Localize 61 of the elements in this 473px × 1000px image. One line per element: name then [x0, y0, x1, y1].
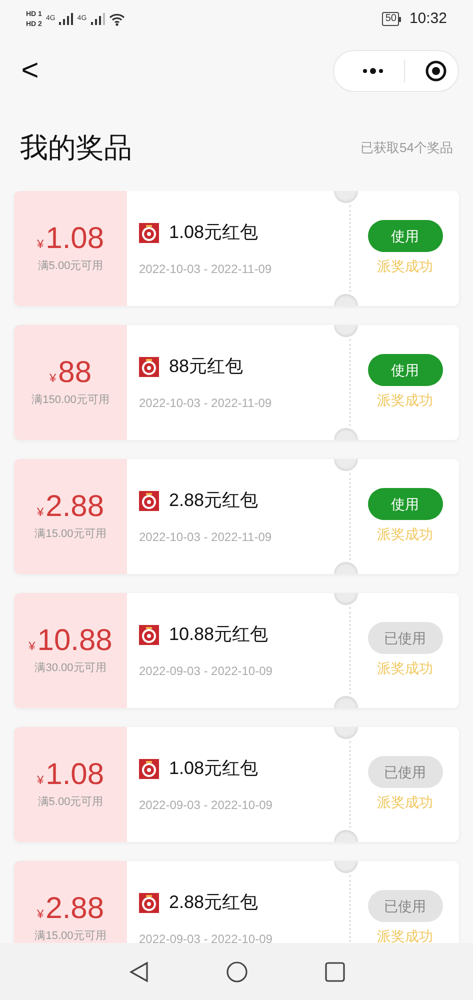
use-button[interactable]: 使用 — [368, 220, 442, 252]
usage-condition: 满5.00元可用 — [38, 795, 104, 810]
award-status: 派奖成功 — [377, 793, 433, 812]
coupon-logo-icon — [139, 624, 159, 644]
coupon-amount: 1.08 — [46, 758, 104, 792]
coupon-logo-icon — [139, 758, 159, 778]
signal-icon — [90, 13, 105, 25]
award-status: 派奖成功 — [377, 391, 433, 410]
clock-time: 10:32 — [409, 8, 447, 29]
usage-condition: 满15.00元可用 — [34, 929, 106, 943]
coupon-logo-icon — [139, 356, 159, 376]
coupon-amount: 2.88 — [46, 490, 104, 524]
coupon-title: 1.08元红包 — [169, 221, 258, 244]
close-target-icon[interactable] — [425, 60, 447, 82]
currency-sign: ¥ — [28, 638, 36, 656]
prize-count: 已获取54个奖品 — [360, 138, 453, 157]
currency-sign: ¥ — [36, 504, 44, 522]
usage-condition: 满5.00元可用 — [38, 259, 104, 274]
valid-dates: 2022-10-03 - 2022-11-09 — [139, 529, 273, 546]
coupon-amount: 1.08 — [46, 222, 104, 256]
coupon-logo-icon — [139, 490, 159, 510]
coupon-logo-icon — [139, 222, 159, 242]
award-status: 派奖成功 — [377, 927, 433, 943]
nav-recents-icon[interactable] — [324, 962, 344, 982]
use-button[interactable]: 已使用 — [368, 756, 442, 788]
award-status: 派奖成功 — [377, 659, 433, 678]
currency-sign: ¥ — [36, 772, 44, 790]
valid-dates: 2022-09-03 - 2022-10-09 — [139, 931, 274, 943]
use-button[interactable]: 使用 — [368, 354, 442, 386]
award-status: 派奖成功 — [377, 257, 433, 276]
currency-sign: ¥ — [36, 906, 44, 924]
page-title: 我的奖品 — [20, 130, 132, 164]
usage-condition: 满15.00元可用 — [34, 527, 106, 542]
usage-condition: 满30.00元可用 — [34, 661, 106, 676]
battery-level: 50 — [382, 12, 400, 26]
valid-dates: 2022-09-03 - 2022-10-09 — [139, 663, 274, 680]
currency-sign: ¥ — [49, 370, 56, 388]
coupon-logo-icon — [139, 892, 159, 912]
coupon-amount: 88 — [58, 356, 92, 390]
coupon-amount: 2.88 — [46, 892, 104, 926]
valid-dates: 2022-09-03 - 2022-10-09 — [139, 797, 274, 814]
more-icon[interactable] — [362, 67, 384, 75]
back-button[interactable]: < — [18, 56, 42, 86]
currency-sign: ¥ — [36, 236, 44, 254]
award-status: 派奖成功 — [377, 525, 433, 544]
wifi-icon — [108, 12, 125, 26]
coupon-title: 1.08元红包 — [169, 757, 258, 780]
valid-dates: 2022-10-03 - 2022-11-09 — [139, 395, 273, 412]
signal-icon — [59, 13, 74, 25]
nav-home-icon[interactable] — [226, 960, 248, 982]
coupon-amount: 10.88 — [37, 624, 112, 658]
valid-dates: 2022-10-03 - 2022-11-09 — [139, 261, 273, 278]
use-button[interactable]: 使用 — [368, 488, 442, 520]
coupon-title: 10.88元红包 — [169, 623, 268, 646]
use-button[interactable]: 已使用 — [368, 622, 442, 654]
coupon-title: 88元红包 — [169, 355, 244, 378]
use-button[interactable]: 已使用 — [368, 890, 442, 922]
nav-back-icon[interactable] — [128, 960, 148, 982]
usage-condition: 满150.00元可用 — [32, 393, 110, 408]
coupon-title: 2.88元红包 — [169, 489, 258, 512]
coupon-title: 2.88元红包 — [169, 891, 258, 914]
